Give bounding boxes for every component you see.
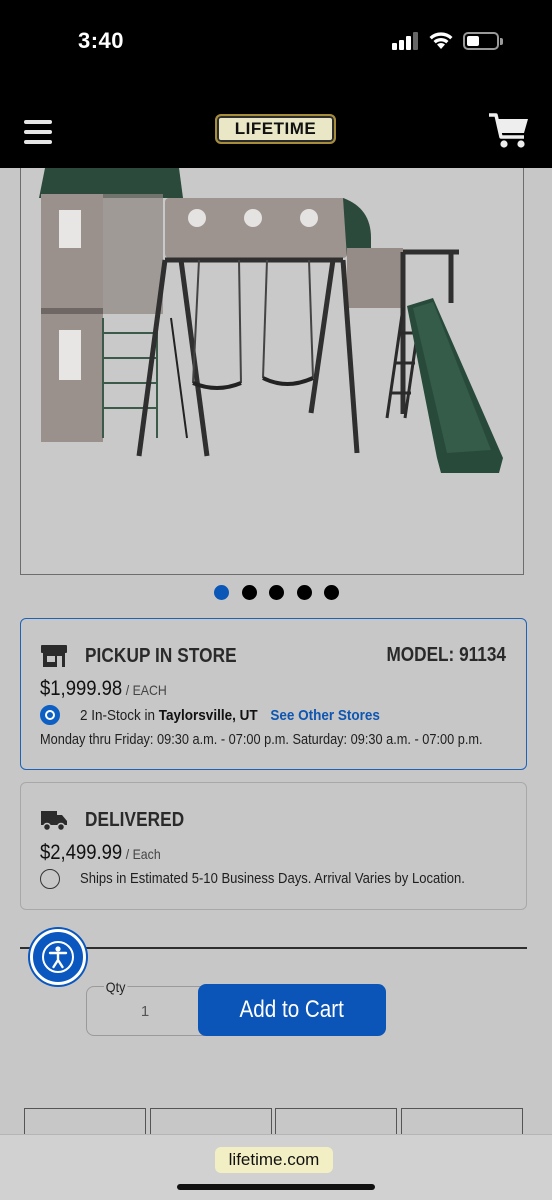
wifi-icon xyxy=(429,32,453,49)
carousel-dot-1[interactable] xyxy=(214,585,229,600)
accessibility-button[interactable] xyxy=(30,929,86,985)
carousel-dot-5[interactable] xyxy=(324,585,339,600)
carousel-dot-2[interactable] xyxy=(242,585,257,600)
logo-text: LIFETIME xyxy=(234,119,317,138)
pickup-price-unit: / EACH xyxy=(125,682,167,698)
shopping-cart-icon[interactable] xyxy=(488,112,530,150)
delivered-title: DELIVERED xyxy=(85,809,185,831)
carousel-dot-4[interactable] xyxy=(297,585,312,600)
delivery-truck-icon xyxy=(41,811,67,831)
section-divider xyxy=(20,947,527,949)
see-other-stores-link[interactable]: See Other Stores xyxy=(270,707,380,724)
store-hours: Monday thru Friday: 09:30 a.m. - 07:00 p… xyxy=(40,732,483,748)
store-icon xyxy=(41,645,67,667)
home-indicator[interactable] xyxy=(177,1184,375,1190)
pickup-price: $1,999.98/ EACH xyxy=(40,677,167,701)
lifetime-logo[interactable]: LIFETIME xyxy=(215,114,336,144)
cellular-signal-icon xyxy=(392,32,420,50)
carousel-dots xyxy=(0,585,552,601)
pickup-title: PICKUP IN STORE xyxy=(85,645,237,667)
hamburger-menu-icon[interactable] xyxy=(24,120,52,144)
playset-image xyxy=(39,168,503,473)
qty-label: Qty xyxy=(104,979,128,995)
carousel-dot-3[interactable] xyxy=(269,585,284,600)
pickup-price-value: $1,999.98 xyxy=(40,677,123,700)
add-to-cart-label: Add to Cart xyxy=(239,996,345,1023)
url-bar[interactable]: lifetime.com xyxy=(215,1147,333,1173)
stock-line: 2 In-Stock in Taylorsville, UT See Other… xyxy=(80,707,380,724)
product-image[interactable] xyxy=(20,168,524,575)
site-header: LIFETIME xyxy=(0,90,552,168)
delivered-price-unit: / Each xyxy=(125,846,161,862)
accessibility-icon xyxy=(42,941,74,973)
battery-icon xyxy=(463,32,503,50)
browser-bottom-bar: lifetime.com xyxy=(0,1134,552,1200)
add-to-cart-button[interactable]: Add to Cart xyxy=(198,984,386,1036)
model-number: MODEL: 91134 xyxy=(386,644,506,666)
clock-time: 3:40 xyxy=(78,28,125,53)
pickup-option-card[interactable]: PICKUP IN STORE MODEL: 91134 $1,999.98/ … xyxy=(20,618,527,770)
delivered-price-value: $2,499.99 xyxy=(40,841,123,864)
delivery-option-card[interactable]: DELIVERED $2,499.99/ Each Ships in Estim… xyxy=(20,782,527,910)
shipping-estimate: Ships in Estimated 5-10 Business Days. A… xyxy=(80,871,465,887)
delivered-price: $2,499.99/ Each xyxy=(40,841,161,865)
delivery-radio[interactable] xyxy=(40,869,60,889)
stock-prefix: 2 In-Stock in xyxy=(80,707,156,724)
status-bar: 3:40 xyxy=(0,0,552,90)
store-name: Taylorsville, UT xyxy=(158,707,258,724)
pickup-radio[interactable] xyxy=(40,705,60,725)
